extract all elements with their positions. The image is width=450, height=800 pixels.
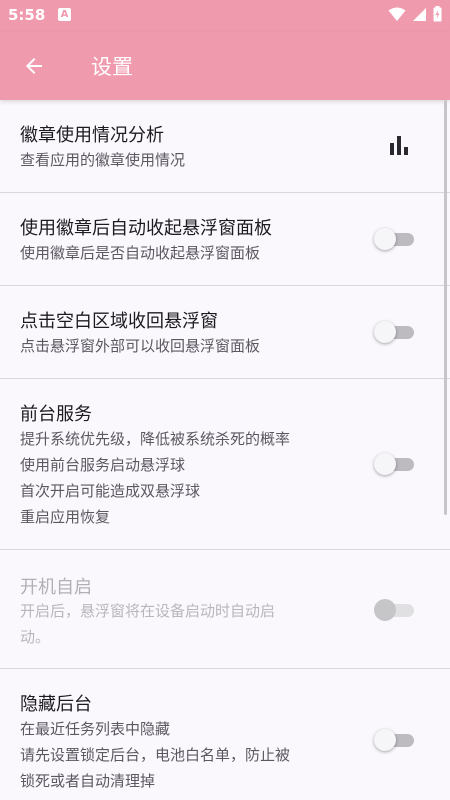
- hide-recents-switch[interactable]: [374, 729, 416, 751]
- subtitle-line: 在最近任务列表中隐藏: [20, 720, 171, 738]
- notification-badge-icon: A: [58, 8, 71, 21]
- subtitle-line: 查看应用的徽章使用情况: [20, 151, 186, 169]
- setting-subtitle: 使用徽章后是否自动收起悬浮窗面板: [20, 240, 350, 266]
- back-arrow-icon[interactable]: [20, 52, 48, 80]
- click-outside-switch[interactable]: [374, 321, 416, 343]
- status-bar: 5:58 A: [0, 0, 450, 32]
- setting-title: 使用徽章后自动收起悬浮窗面板: [20, 218, 272, 239]
- subtitle-line: 使用前台服务启动悬浮球: [20, 456, 186, 474]
- setting-hide-from-recents[interactable]: 隐藏后台 在最近任务列表中隐藏 请先设置锁定后台，电池白名单，防止被 锁死或者自…: [0, 669, 450, 800]
- setting-subtitle: 查看应用的徽章使用情况: [20, 147, 350, 173]
- switch-thumb: [374, 228, 396, 250]
- subtitle-line: 重启应用恢复: [20, 508, 111, 526]
- switch-thumb: [374, 453, 396, 475]
- setting-title: 隐藏后台: [20, 694, 92, 715]
- start-on-boot-switch: [374, 599, 416, 621]
- cell-signal-icon: [413, 7, 426, 21]
- settings-list: 徽章使用情况分析 查看应用的徽章使用情况 使用徽章后自动收起悬浮窗面板 使用徽章…: [0, 100, 450, 800]
- wifi-icon: [388, 7, 406, 21]
- setting-auto-collapse-panel[interactable]: 使用徽章后自动收起悬浮窗面板 使用徽章后是否自动收起悬浮窗面板: [0, 193, 450, 286]
- subtitle-line: 开启后，悬浮窗将在设备启动时自动启: [20, 602, 276, 620]
- bar-chart-icon[interactable]: [388, 134, 410, 156]
- subtitle-line: 使用徽章后是否自动收起悬浮窗面板: [20, 244, 261, 262]
- subtitle-line: 动。: [20, 628, 51, 646]
- setting-subtitle: 开启后，悬浮窗将在设备启动时自动启 动。: [20, 598, 350, 650]
- switch-thumb: [374, 321, 396, 343]
- setting-foreground-service[interactable]: 前台服务 提升系统优先级，降低被系统杀死的概率 使用前台服务启动悬浮球 首次开启…: [0, 379, 450, 550]
- subtitle-line: 锁死或者自动清理掉: [20, 772, 156, 790]
- setting-title: 前台服务: [20, 404, 92, 425]
- app-bar: 设置: [0, 32, 450, 100]
- auto-collapse-switch[interactable]: [374, 228, 416, 250]
- setting-subtitle: 点击悬浮窗外部可以收回悬浮窗面板: [20, 333, 350, 359]
- setting-title: 点击空白区域收回悬浮窗: [20, 311, 218, 332]
- scrollbar[interactable]: [444, 100, 447, 515]
- subtitle-line: 请先设置锁定后台，电池白名单，防止被: [20, 746, 291, 764]
- status-time: 5:58: [8, 6, 46, 24]
- setting-title: 徽章使用情况分析: [20, 125, 164, 146]
- foreground-service-switch[interactable]: [374, 453, 416, 475]
- setting-subtitle: 在最近任务列表中隐藏 请先设置锁定后台，电池白名单，防止被 锁死或者自动清理掉: [20, 716, 350, 794]
- setting-title: 开机自启: [20, 577, 92, 598]
- switch-thumb: [374, 599, 396, 621]
- subtitle-line: 点击悬浮窗外部可以收回悬浮窗面板: [20, 337, 261, 355]
- setting-click-outside-close[interactable]: 点击空白区域收回悬浮窗 点击悬浮窗外部可以收回悬浮窗面板: [0, 286, 450, 379]
- setting-badge-usage-analysis[interactable]: 徽章使用情况分析 查看应用的徽章使用情况: [0, 100, 450, 193]
- subtitle-line: 提升系统优先级，降低被系统杀死的概率: [20, 430, 291, 448]
- setting-start-on-boot: 开机自启 开启后，悬浮窗将在设备启动时自动启 动。: [0, 550, 450, 669]
- status-icons: [388, 6, 442, 22]
- page-title: 设置: [91, 55, 133, 79]
- setting-subtitle: 提升系统优先级，降低被系统杀死的概率 使用前台服务启动悬浮球 首次开启可能造成双…: [20, 426, 350, 530]
- battery-icon: [433, 6, 442, 22]
- subtitle-line: 首次开启可能造成双悬浮球: [20, 482, 201, 500]
- switch-thumb: [374, 729, 396, 751]
